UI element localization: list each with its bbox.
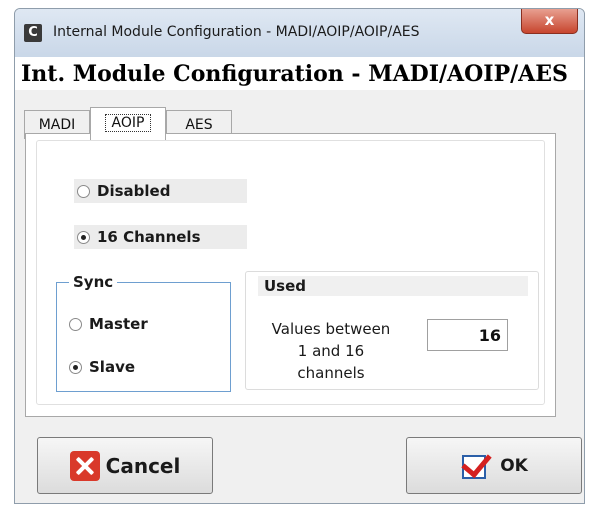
cancel-icon: [69, 450, 100, 481]
title-bar: C Internal Module Configuration - MADI/A…: [15, 9, 584, 57]
app-icon: C: [24, 24, 42, 42]
radio-16-channels[interactable]: 16 Channels: [74, 225, 247, 249]
tab-aoip[interactable]: AOIP: [90, 107, 166, 140]
ok-button[interactable]: OK: [406, 437, 582, 494]
ok-button-label: OK: [500, 455, 528, 476]
radio-master[interactable]: Master: [69, 315, 148, 333]
checkbox-check-icon: [460, 446, 492, 481]
close-button[interactable]: x: [521, 9, 578, 34]
used-group: Used Values between 1 and 16 channels 16: [245, 271, 539, 390]
page-title: Int. Module Configuration - MADI/AOIP/AE…: [21, 61, 568, 87]
used-group-label: Used: [258, 276, 528, 296]
radio-slave-label: Slave: [89, 358, 136, 376]
radio-slave[interactable]: Slave: [69, 358, 135, 376]
radio-16-channels-label: 16 Channels: [97, 228, 201, 246]
radio-master-button[interactable]: [69, 317, 82, 331]
used-channels-input[interactable]: 16: [427, 319, 508, 351]
used-note-line-1: Values between: [271, 320, 391, 338]
used-note-line-2: 1 and 16: [297, 342, 365, 360]
radio-disabled[interactable]: Disabled: [74, 179, 247, 203]
header-banner: Int. Module Configuration - MADI/AOIP/AE…: [15, 57, 584, 90]
radio-master-label: Master: [89, 315, 148, 333]
cancel-button[interactable]: Cancel: [37, 437, 213, 494]
sync-group: Sync Master Slave: [56, 273, 231, 392]
tab-madi-label: MADI: [38, 117, 76, 133]
used-note-line-3: channels: [297, 364, 365, 382]
cancel-button-label: Cancel: [105, 453, 181, 478]
tab-aoip-label: AOIP: [104, 114, 152, 132]
tab-aes-label: AES: [185, 117, 213, 133]
sync-group-label: Sync: [69, 273, 118, 291]
close-icon: x: [544, 11, 555, 29]
radio-16-channels-button[interactable]: [77, 230, 90, 244]
radio-disabled-button[interactable]: [77, 184, 90, 198]
window-title: Internal Module Configuration - MADI/AOI…: [53, 24, 420, 40]
radio-slave-button[interactable]: [69, 360, 82, 374]
used-range-note: Values between 1 and 16 channels: [261, 318, 401, 384]
radio-disabled-label: Disabled: [97, 182, 171, 200]
